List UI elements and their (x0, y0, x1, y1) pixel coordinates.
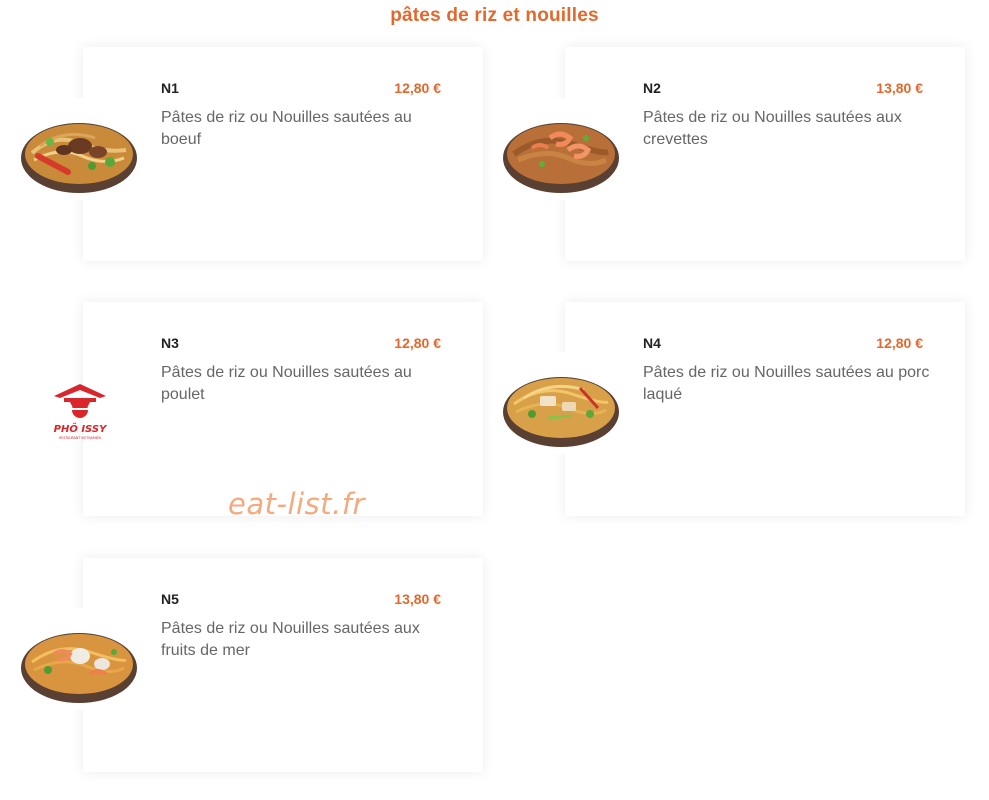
item-code: N2 (643, 80, 661, 96)
item-code: N3 (161, 335, 179, 351)
item-description: Pâtes de riz ou Nouilles sautées au porc… (643, 364, 930, 403)
item-code: N5 (161, 591, 179, 607)
item-description: Pâtes de riz ou Nouilles sautées au poul… (161, 364, 412, 403)
beef-noodles-dish-icon (20, 98, 138, 200)
logo-tagline: RESTAURANT VIETNAMIEN (59, 436, 101, 440)
watermark-text: eat-list.fr (228, 487, 365, 521)
item-code: N1 (161, 80, 179, 96)
shrimp-noodles-dish-icon (502, 98, 620, 200)
menu-card-n1[interactable]: N1 12,80 € Pâtes de riz ou Nouilles saut… (83, 47, 483, 261)
menu-card-n2[interactable]: N2 13,80 € Pâtes de riz ou Nouilles saut… (565, 47, 965, 261)
pho-issy-logo-icon: PHÔ ISSY RESTAURANT VIETNAMIEN (48, 380, 112, 444)
menu-card-n4[interactable]: N4 12,80 € Pâtes de riz ou Nouilles saut… (565, 302, 965, 516)
item-price: 13,80 € (876, 80, 923, 96)
item-price: 12,80 € (394, 335, 441, 351)
item-price: 12,80 € (876, 335, 923, 351)
item-price: 13,80 € (394, 591, 441, 607)
section-title: pâtes de riz et nouilles (390, 5, 599, 26)
item-code: N4 (643, 335, 661, 351)
menu-card-n3[interactable]: N3 12,80 € Pâtes de riz ou Nouilles saut… (83, 302, 483, 516)
pork-noodles-dish-icon (502, 352, 620, 454)
menu-card-n5[interactable]: N5 13,80 € Pâtes de riz ou Nouilles saut… (83, 558, 483, 772)
item-description: Pâtes de riz ou Nouilles sautées au boeu… (161, 109, 412, 148)
item-description: Pâtes de riz ou Nouilles sautées aux fru… (161, 620, 420, 659)
item-price: 12,80 € (394, 80, 441, 96)
seafood-noodles-dish-icon (20, 608, 138, 710)
logo-name: PHÔ ISSY (54, 421, 108, 435)
item-description: Pâtes de riz ou Nouilles sautées aux cre… (643, 109, 902, 148)
